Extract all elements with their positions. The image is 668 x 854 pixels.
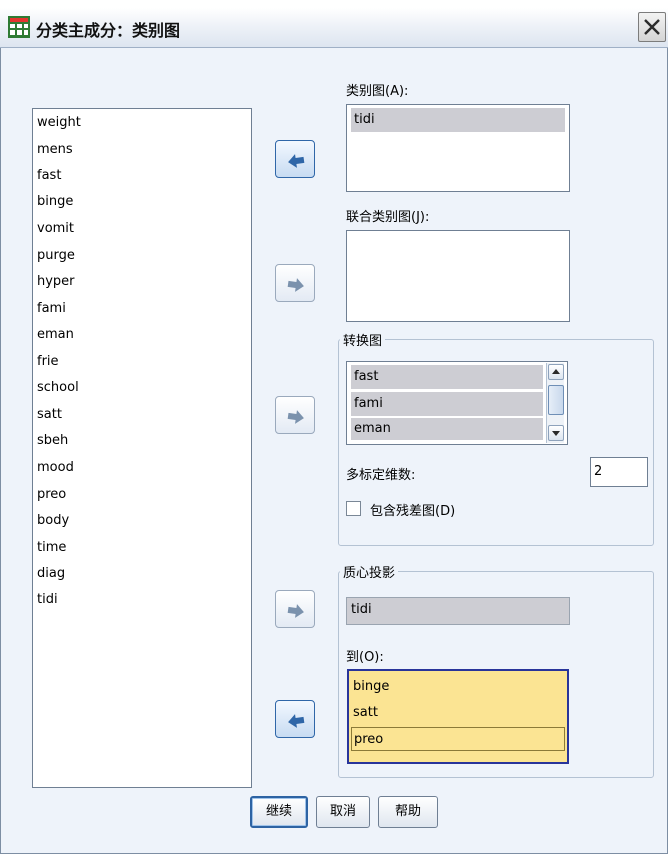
include-residuals-label[interactable]: 包含残差图(D) bbox=[370, 500, 455, 519]
dimensions-input[interactable]: 2 bbox=[590, 457, 648, 487]
list-item[interactable]: sbeh bbox=[37, 430, 68, 452]
list-item-focused[interactable]: preo bbox=[351, 727, 565, 751]
list-item[interactable]: eman bbox=[351, 418, 543, 440]
category-plots-list[interactable]: tidi bbox=[346, 104, 570, 192]
arrow-left-icon bbox=[288, 714, 305, 728]
dimensions-label: 多标定维数: bbox=[346, 468, 416, 483]
to-label: 到(O): bbox=[346, 650, 384, 665]
list-item[interactable]: fast bbox=[37, 165, 61, 187]
list-item[interactable]: binge bbox=[37, 191, 73, 213]
spss-grid-icon bbox=[8, 16, 30, 38]
joint-category-plots-label: 联合类别图(J): bbox=[346, 210, 430, 225]
close-icon bbox=[644, 19, 660, 35]
arrow-right-icon bbox=[287, 278, 304, 292]
list-item[interactable]: eman bbox=[37, 324, 74, 346]
centroid-projection-title: 质心投影 bbox=[340, 562, 399, 581]
title-bar[interactable]: 分类主成分：类别图 bbox=[0, 8, 668, 48]
list-item[interactable]: binge bbox=[353, 675, 389, 699]
continue-button[interactable]: 继续 bbox=[250, 796, 308, 828]
triangle-down-icon bbox=[552, 431, 560, 436]
transformation-plots-title: 转换图 bbox=[340, 330, 386, 349]
list-item[interactable]: vomit bbox=[37, 218, 74, 240]
scroll-down-button[interactable] bbox=[548, 425, 564, 441]
list-item[interactable]: purge bbox=[37, 245, 75, 267]
scroll-thumb[interactable] bbox=[548, 385, 564, 415]
include-residuals-checkbox[interactable] bbox=[346, 501, 361, 516]
window-title: 分类主成分：类别图 bbox=[36, 21, 181, 40]
category-plots-label: 类别图(A): bbox=[346, 84, 409, 99]
list-item[interactable]: tidi bbox=[351, 108, 565, 132]
list-item[interactable]: mens bbox=[37, 139, 73, 161]
list-item[interactable]: time bbox=[37, 537, 66, 559]
joint-category-plots-list[interactable] bbox=[346, 230, 570, 322]
scrollbar[interactable] bbox=[546, 363, 564, 443]
transformation-plots-list[interactable]: fast fami eman bbox=[346, 361, 568, 445]
list-item[interactable]: tidi bbox=[37, 589, 58, 611]
scroll-up-button[interactable] bbox=[548, 364, 564, 380]
list-item[interactable]: diag bbox=[37, 563, 65, 585]
centroid-variable-field[interactable]: tidi bbox=[346, 597, 570, 625]
list-item[interactable]: school bbox=[37, 377, 79, 399]
move-to-transformation-button[interactable] bbox=[275, 396, 315, 434]
list-item[interactable]: weight bbox=[37, 112, 81, 134]
cancel-button[interactable]: 取消 bbox=[316, 796, 370, 828]
centroid-target-list[interactable]: binge satt preo bbox=[347, 669, 569, 764]
close-button[interactable] bbox=[638, 12, 666, 42]
list-item[interactable]: hyper bbox=[37, 271, 75, 293]
arrow-right-icon bbox=[287, 410, 304, 424]
move-to-joint-button[interactable] bbox=[275, 264, 315, 302]
move-back-category-button[interactable] bbox=[275, 140, 315, 178]
arrow-left-icon bbox=[288, 154, 305, 168]
list-item[interactable]: fami bbox=[37, 298, 66, 320]
source-variable-list[interactable]: weight mens fast binge vomit purge hyper… bbox=[32, 108, 252, 788]
list-item[interactable]: satt bbox=[37, 404, 62, 426]
top-edge-strip bbox=[0, 0, 668, 8]
centroid-variable-value: tidi bbox=[351, 602, 372, 617]
list-item[interactable]: frie bbox=[37, 351, 59, 373]
arrow-right-icon bbox=[287, 604, 304, 618]
move-back-to-list-button[interactable] bbox=[275, 700, 315, 738]
list-item[interactable]: fast bbox=[351, 365, 543, 389]
help-button[interactable]: 帮助 bbox=[378, 796, 438, 828]
list-item[interactable]: fami bbox=[351, 392, 543, 416]
move-to-centroid-variable-button[interactable] bbox=[275, 590, 315, 628]
list-item[interactable]: mood bbox=[37, 457, 74, 479]
triangle-up-icon bbox=[552, 369, 560, 374]
list-item[interactable]: satt bbox=[353, 701, 378, 725]
list-item[interactable]: body bbox=[37, 510, 69, 532]
list-item[interactable]: preo bbox=[37, 484, 66, 506]
